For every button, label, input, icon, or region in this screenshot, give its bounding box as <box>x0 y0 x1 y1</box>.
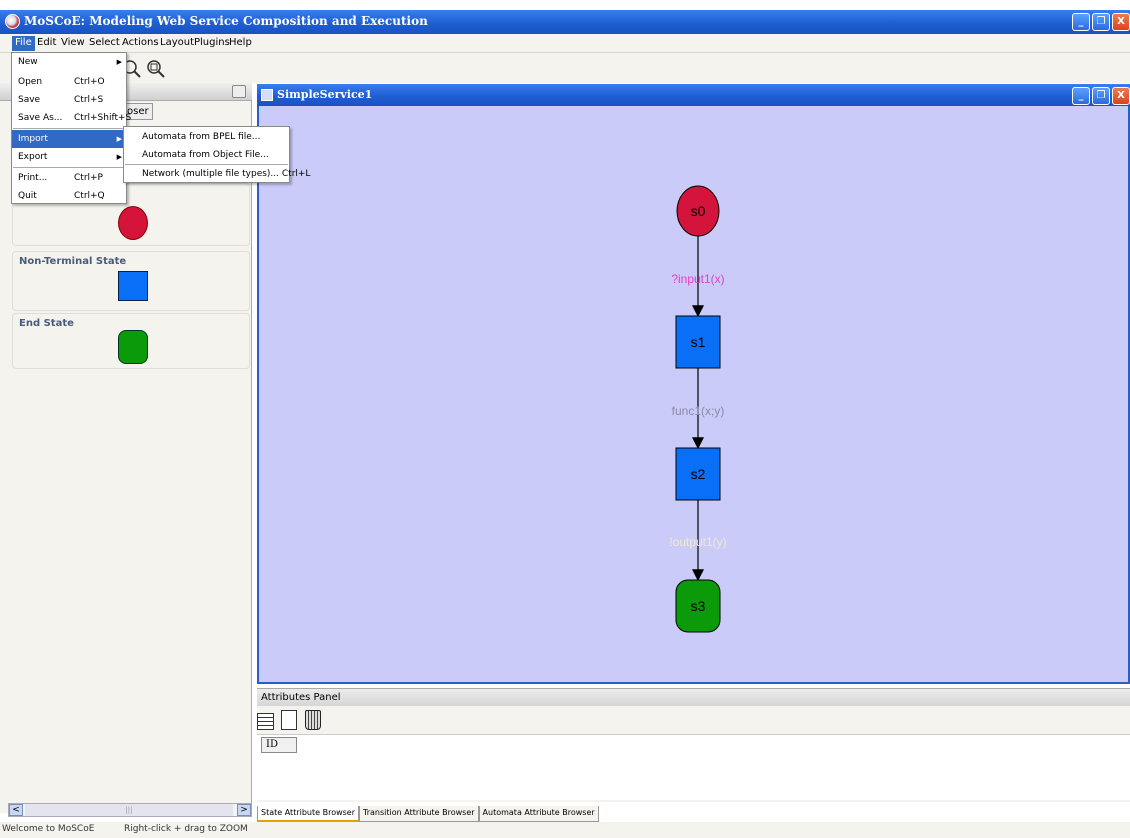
toolbar <box>0 53 1130 83</box>
column-header-id[interactable]: ID <box>261 737 297 753</box>
menu-item-new[interactable]: New ▶ <box>12 53 126 71</box>
menu-item-label: Save As... <box>18 113 63 123</box>
submenu-item-object-file[interactable]: Automata from Object File... <box>124 146 289 164</box>
menu-item-label: Print... <box>18 173 48 183</box>
frame-maximize-button[interactable]: ❐ <box>1092 87 1110 105</box>
menu-item-import[interactable]: Import ▶ <box>12 130 126 148</box>
frame-minimize-button[interactable]: _ <box>1072 87 1090 105</box>
palette-item-label: Non-Terminal State <box>19 256 127 267</box>
tab-state-attribute-browser[interactable]: State Attribute Browser <box>257 806 360 822</box>
status-message: Welcome to MoSCoE <box>2 824 95 834</box>
app-icon <box>5 14 20 29</box>
submenu-item-network[interactable]: Network (multiple file types)... Ctrl+L <box>124 165 310 183</box>
close-button[interactable]: X <box>1112 13 1130 31</box>
palette-horizontal-scrollbar[interactable]: < ||| > <box>8 803 252 817</box>
menu-view[interactable]: View <box>58 36 88 51</box>
title-bar: MoSCoE: Modeling Web Service Composition… <box>0 10 1130 34</box>
menu-item-shortcut: Ctrl+Q <box>74 191 105 201</box>
trash-icon[interactable] <box>305 710 321 730</box>
menu-item-save[interactable]: Save Ctrl+S <box>12 91 126 109</box>
palette-non-terminal-state[interactable]: Non-Terminal State <box>12 251 250 311</box>
menu-separator <box>13 128 125 129</box>
node-label: s3 <box>691 598 706 614</box>
graph-canvas[interactable]: ?input1(x) func1(x;y) !output1(y) s0 s1 … <box>257 106 1130 684</box>
end-state-shape <box>118 330 148 364</box>
attributes-panel: ID <box>257 706 1130 802</box>
menu-item-shortcut: Ctrl+P <box>74 173 103 183</box>
palette-item-label: End State <box>19 318 74 329</box>
node-label: s1 <box>691 334 706 350</box>
attributes-panel-header: Attributes Panel <box>257 688 1130 706</box>
menu-item-label: Automata from Object File... <box>142 150 269 160</box>
menu-item-label: New <box>18 57 38 67</box>
tab-transition-attribute-browser[interactable]: Transition Attribute Browser <box>359 806 479 822</box>
status-bar: Welcome to MoSCoE Right-click + drag to … <box>0 822 1130 838</box>
submenu-arrow-icon: ▶ <box>116 135 122 143</box>
submenu-arrow-icon: ▶ <box>116 153 122 161</box>
menu-item-quit[interactable]: Quit Ctrl+Q <box>12 187 126 205</box>
scroll-thumb[interactable]: ||| <box>25 804 233 816</box>
frame-title: SimpleService1 <box>277 88 373 101</box>
submenu-item-bpel[interactable]: Automata from BPEL file... <box>124 128 289 146</box>
menu-item-shortcut: Ctrl+Shift+S <box>74 113 132 123</box>
menu-item-export[interactable]: Export ▶ <box>12 148 126 166</box>
menu-file[interactable]: File <box>12 36 35 51</box>
window-controls: _ ❐ X <box>1072 13 1130 31</box>
import-submenu: Automata from BPEL file... Automata from… <box>123 126 310 183</box>
restore-panel-button[interactable] <box>232 85 246 98</box>
non-terminal-state-shape <box>118 271 148 301</box>
status-hint: Right-click + drag to ZOOM <box>124 824 248 834</box>
frame-title-bar: SimpleService1 _ ❐ X <box>257 84 1130 106</box>
edge-label: ?input1(x) <box>671 272 724 286</box>
zoom-fit-icon[interactable] <box>146 59 166 79</box>
maximize-button[interactable]: ❐ <box>1092 13 1110 31</box>
table-icon[interactable] <box>257 713 274 730</box>
palette-end-state[interactable]: End State <box>12 313 250 369</box>
menu-separator <box>13 167 125 168</box>
new-document-icon[interactable] <box>281 710 297 730</box>
edge-label: func1(x;y) <box>672 404 725 418</box>
scroll-left-arrow-icon[interactable]: < <box>9 804 23 816</box>
automaton-graph[interactable]: ?input1(x) func1(x;y) !output1(y) s0 s1 … <box>259 106 1128 684</box>
attributes-table[interactable]: ID <box>257 734 1130 800</box>
submenu-arrow-icon: ▶ <box>116 58 122 66</box>
menu-item-label: Open <box>18 77 43 87</box>
menu-item-shortcut: Ctrl+S <box>74 95 104 105</box>
menu-item-save-as[interactable]: Save As... Ctrl+Shift+S <box>12 109 131 127</box>
menu-item-label: Automata from BPEL file... <box>142 132 261 142</box>
edge-label: !output1(y) <box>669 535 726 549</box>
frame-close-button[interactable]: X <box>1112 87 1130 105</box>
attributes-panel-title: Attributes Panel <box>261 692 341 703</box>
window-title: MoSCoE: Modeling Web Service Composition… <box>24 14 428 28</box>
file-menu: New ▶ Open Ctrl+O Save Ctrl+S Save As...… <box>11 52 131 205</box>
menu-bar: File Edit View Select Actions Layout Plu… <box>0 34 1130 53</box>
menu-item-label: Network (multiple file types)... Ctrl+L <box>142 169 311 179</box>
tab-automata-attribute-browser[interactable]: Automata Attribute Browser <box>478 806 599 822</box>
minimize-button[interactable]: _ <box>1072 13 1090 31</box>
menu-item-shortcut: Ctrl+O <box>74 77 105 87</box>
scroll-right-arrow-icon[interactable]: > <box>237 804 251 816</box>
node-label: s2 <box>691 466 706 482</box>
frame-controls: _ ❐ X <box>1072 87 1130 105</box>
menu-item-open[interactable]: Open Ctrl+O <box>12 73 126 91</box>
start-state-shape <box>118 206 148 240</box>
frame-icon <box>261 89 273 101</box>
menu-item-label: Save <box>18 95 41 105</box>
menu-item-label: Export <box>18 152 48 162</box>
node-label: s0 <box>691 203 706 219</box>
menu-select[interactable]: Select <box>86 36 123 51</box>
attribute-browser-tabs: State Attribute Browser Transition Attri… <box>257 806 599 822</box>
menu-edit[interactable]: Edit <box>34 36 59 51</box>
menu-item-label: Import <box>18 134 48 144</box>
menu-actions[interactable]: Actions <box>119 36 162 51</box>
menu-item-label: Quit <box>18 191 37 201</box>
menu-item-print[interactable]: Print... Ctrl+P <box>12 169 126 187</box>
menu-help[interactable]: Help <box>226 36 255 51</box>
